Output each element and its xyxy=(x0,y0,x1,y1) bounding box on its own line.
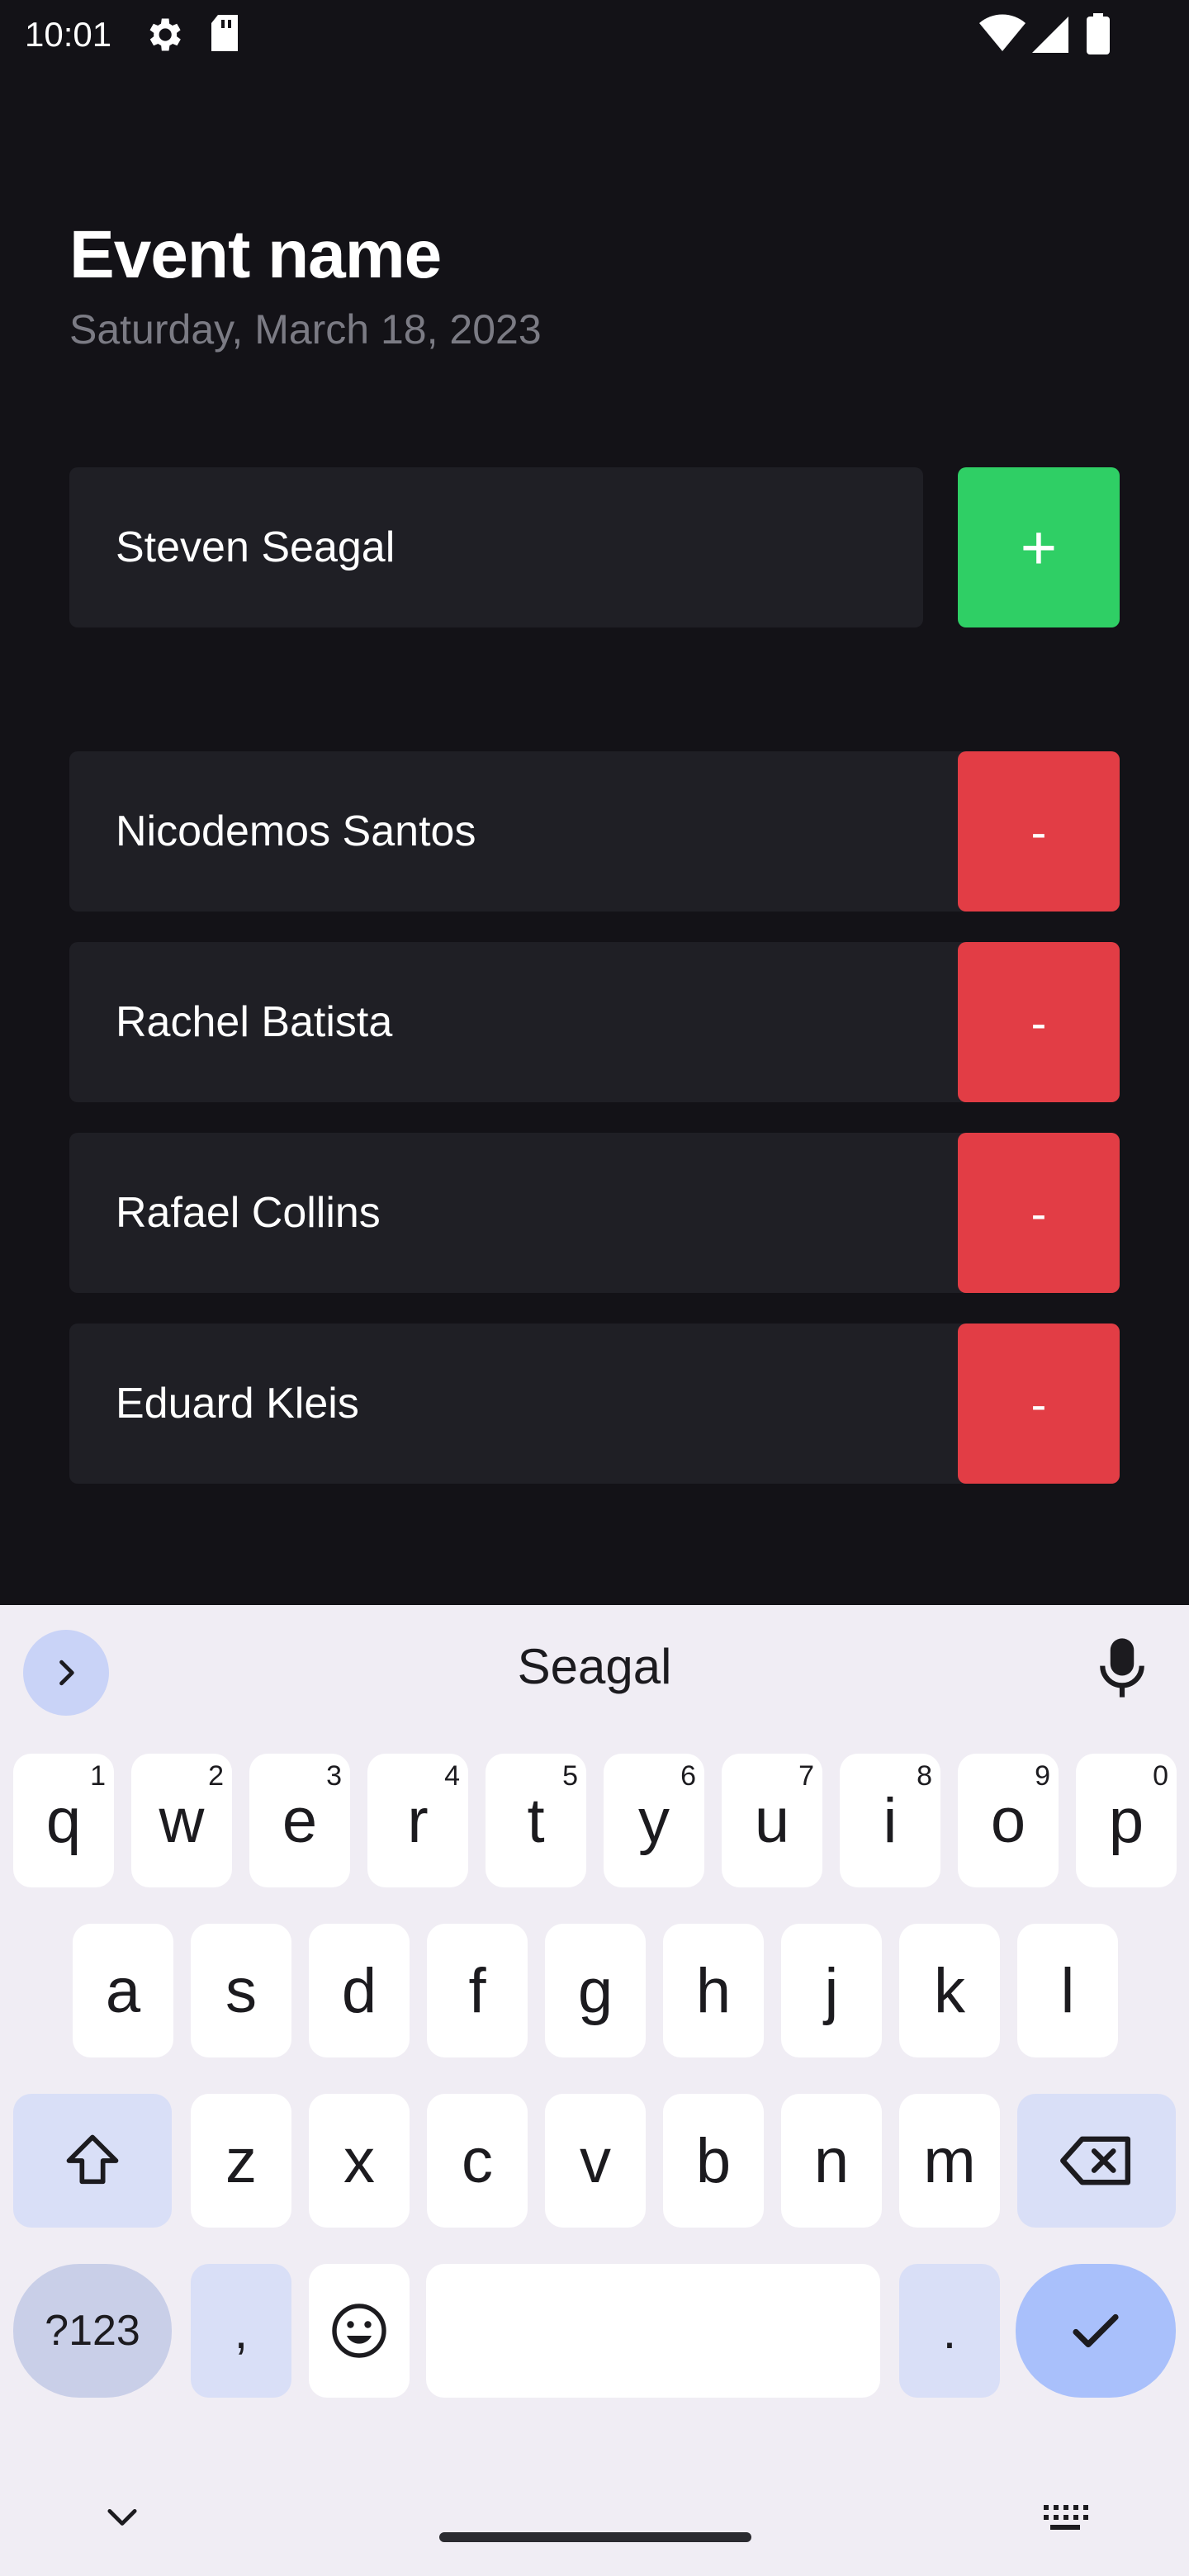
key-d[interactable]: d xyxy=(309,1924,410,2057)
participant-name: Nicodemos Santos xyxy=(116,807,476,855)
key-hint: 8 xyxy=(917,1760,932,1792)
key-x[interactable]: x xyxy=(309,2094,410,2228)
key-label: o xyxy=(990,1785,1026,1856)
home-indicator[interactable] xyxy=(439,2532,751,2542)
page-title: Event name xyxy=(69,217,442,292)
remove-participant-button[interactable]: - xyxy=(958,942,1120,1102)
backspace-key[interactable] xyxy=(1017,2094,1176,2228)
sd-card-icon xyxy=(208,13,241,57)
key-t[interactable]: t5 xyxy=(486,1754,586,1887)
event-date: Saturday, March 18, 2023 xyxy=(69,306,542,353)
key-u[interactable]: u7 xyxy=(722,1754,822,1887)
status-time: 10:01 xyxy=(25,15,112,54)
key-label: q xyxy=(45,1785,82,1856)
keyboard-switch-icon[interactable] xyxy=(1042,2503,1088,2537)
emoji-key[interactable] xyxy=(309,2264,410,2398)
participant-name-input[interactable]: Steven Seagal xyxy=(69,467,923,627)
key-hint: 4 xyxy=(444,1760,460,1792)
remove-participant-button[interactable]: - xyxy=(958,1324,1120,1484)
key-label: i xyxy=(883,1785,898,1856)
settings-icon xyxy=(142,13,185,60)
key-c[interactable]: c xyxy=(427,2094,528,2228)
hide-keyboard-icon[interactable] xyxy=(101,2503,144,2537)
key-label: y xyxy=(638,1785,670,1856)
microphone-icon[interactable] xyxy=(1098,1636,1146,1703)
key-hint: 7 xyxy=(798,1760,814,1792)
key-f[interactable]: f xyxy=(427,1924,528,2057)
participant-item: Rachel Batista - xyxy=(69,942,1120,1102)
enter-key[interactable] xyxy=(1016,2264,1176,2398)
status-bar: 10:01 xyxy=(0,0,1189,71)
key-label: w xyxy=(159,1785,205,1856)
key-a[interactable]: a xyxy=(73,1924,173,2057)
participant-name: Rachel Batista xyxy=(116,998,393,1046)
key-e[interactable]: e3 xyxy=(249,1754,350,1887)
chevron-right-icon xyxy=(59,1660,74,1686)
key-label: t xyxy=(527,1785,545,1856)
key-label: r xyxy=(407,1785,429,1856)
key-o[interactable]: o9 xyxy=(958,1754,1059,1887)
participant-name: Rafael Collins xyxy=(116,1189,381,1237)
key-p[interactable]: p0 xyxy=(1076,1754,1177,1887)
key-n[interactable]: n xyxy=(781,2094,882,2228)
remove-participant-button[interactable]: - xyxy=(958,1133,1120,1293)
suggestion-bar: Seagal xyxy=(0,1605,1189,1737)
signal-icon xyxy=(1032,13,1068,57)
key-hint: 1 xyxy=(90,1760,106,1792)
participant-item: Nicodemos Santos - xyxy=(69,751,1120,912)
key-j[interactable]: j xyxy=(781,1924,882,2057)
key-hint: 5 xyxy=(562,1760,578,1792)
key-b[interactable]: b xyxy=(663,2094,764,2228)
expand-toolbar-button[interactable] xyxy=(23,1630,109,1716)
key-h[interactable]: h xyxy=(663,1924,764,2057)
comma-key[interactable]: , xyxy=(191,2264,291,2398)
key-label: e xyxy=(282,1785,318,1856)
key-q[interactable]: q1 xyxy=(13,1754,114,1887)
remove-participant-button[interactable]: - xyxy=(958,751,1120,912)
key-v[interactable]: v xyxy=(545,2094,646,2228)
key-hint: 6 xyxy=(680,1760,696,1792)
key-hint: 9 xyxy=(1035,1760,1050,1792)
symbols-key[interactable]: ?123 xyxy=(13,2264,172,2398)
key-i[interactable]: i8 xyxy=(840,1754,940,1887)
key-y[interactable]: y6 xyxy=(604,1754,704,1887)
add-participant-button[interactable]: + xyxy=(958,467,1120,627)
wifi-icon xyxy=(979,13,1026,57)
participant-item: Eduard Kleis - xyxy=(69,1324,1120,1484)
key-hint: 0 xyxy=(1153,1760,1168,1792)
key-hint: 3 xyxy=(326,1760,342,1792)
key-hint: 2 xyxy=(208,1760,224,1792)
key-z[interactable]: z xyxy=(191,2094,291,2228)
key-g[interactable]: g xyxy=(545,1924,646,2057)
battery-icon xyxy=(1087,13,1110,59)
word-suggestion[interactable]: Seagal xyxy=(429,1638,760,1695)
participant-name: Eduard Kleis xyxy=(116,1380,359,1428)
space-key[interactable] xyxy=(426,2264,880,2398)
key-s[interactable]: s xyxy=(191,1924,291,2057)
key-k[interactable]: k xyxy=(899,1924,1000,2057)
key-l[interactable]: l xyxy=(1017,1924,1118,2057)
emoji-icon xyxy=(332,2304,386,2358)
participant-item: Rafael Collins - xyxy=(69,1133,1120,1293)
key-label: p xyxy=(1108,1785,1144,1856)
navigation-bar xyxy=(0,2465,1189,2576)
soft-keyboard: Seagal q1 w2 e3 r4 t5 y6 u7 i8 o9 p0 a s… xyxy=(0,1605,1189,2576)
shift-key[interactable] xyxy=(13,2094,172,2228)
checkmark-icon xyxy=(1073,2313,1119,2348)
key-label: u xyxy=(754,1785,790,1856)
key-r[interactable]: r4 xyxy=(367,1754,468,1887)
key-w[interactable]: w2 xyxy=(131,1754,232,1887)
backspace-icon xyxy=(1060,2136,1131,2185)
key-m[interactable]: m xyxy=(899,2094,1000,2228)
shift-icon xyxy=(66,2134,119,2185)
period-key[interactable]: . xyxy=(899,2264,1000,2398)
